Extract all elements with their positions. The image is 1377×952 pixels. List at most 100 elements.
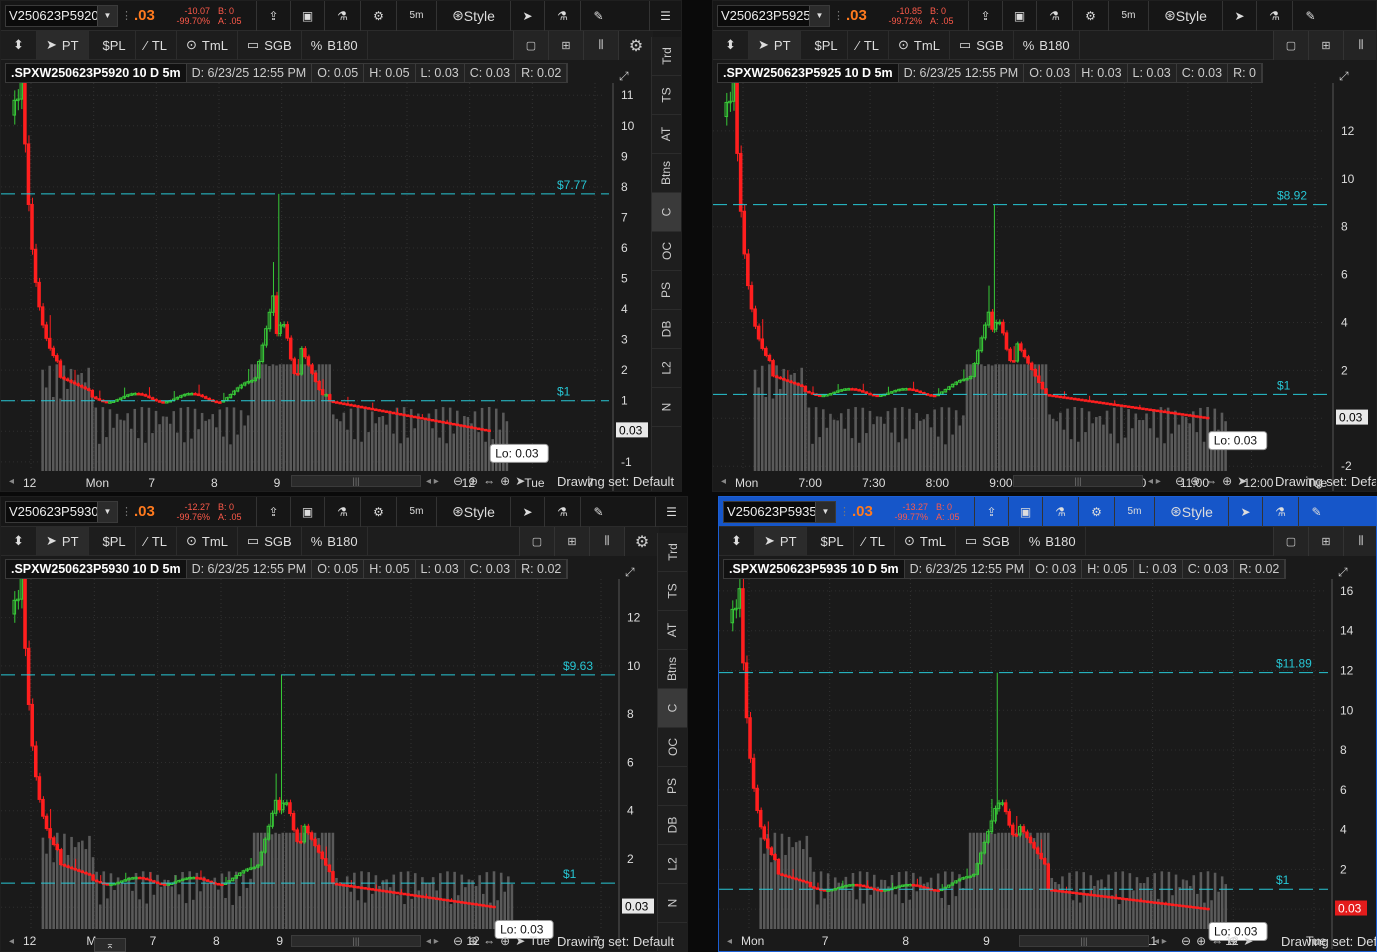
pan-icon[interactable]: ⇔ [483,934,495,948]
link-grip-icon[interactable]: ⋮ [121,9,132,22]
crosshair-icon[interactable]: ⊕ [500,934,510,948]
zoom-in-icon[interactable]: ⊕ [468,934,478,948]
pl-tool[interactable]: $PL [807,526,854,556]
crosshair-icon[interactable]: ⊕ [500,474,510,488]
scroll-thumb[interactable]: ||| [291,935,421,947]
drawing-set-label[interactable]: Drawing set: Defa [1275,474,1376,489]
b180-tool[interactable]: % B180 [1014,30,1080,60]
scroll-thumb[interactable]: ||| [291,475,421,487]
timeframe-button[interactable]: 5m [396,497,436,527]
pin-icon[interactable]: ⬍ [713,30,749,60]
pl-tool[interactable]: $PL [89,30,136,60]
symbol-dropdown-arrow-icon[interactable]: ▼ [815,501,835,522]
pointer-tool[interactable]: ➤ PT [749,30,801,60]
settings-gear-icon[interactable]: ⚙ [1078,497,1114,527]
drawing-tool-icon[interactable]: ✎ [580,1,616,31]
side-tab-db[interactable]: DB [651,310,681,349]
single-layout-icon[interactable]: ▢ [1273,527,1308,556]
single-layout-icon[interactable]: ▢ [1273,31,1308,60]
side-tab-oc[interactable]: OC [651,232,681,271]
side-tab-btns[interactable]: Btns [651,154,681,193]
auto-zoom-icon[interactable]: ⤢ [625,565,635,580]
pin-icon[interactable]: ⬍ [1,526,37,556]
zoom-controls[interactable]: ⊖ ⊕ ⇔ ⊕ ➤ [1175,474,1247,488]
side-tab-ts[interactable]: TS [657,572,687,611]
zoom-out-icon[interactable]: ⊖ [1175,474,1185,488]
scroll-left-icon[interactable]: ◂ [721,476,726,487]
side-tab-n[interactable]: N [651,388,681,427]
symbol-input[interactable]: V250623P5930 ▼ [5,500,118,523]
zoom-controls[interactable]: ⊖ ⊕ ⇔ ⊕ ➤ [453,474,525,488]
timeframe-button[interactable]: 5m [1114,497,1154,527]
studies-flask-icon[interactable]: ⚗ [324,497,360,527]
symbol-dropdown-arrow-icon[interactable]: ▼ [97,5,117,26]
timeframe-button[interactable]: 5m [1108,1,1148,31]
side-tab-trd[interactable]: Trd [657,533,687,572]
zoom-out-icon[interactable]: ⊖ [453,934,463,948]
cursor-icon[interactable]: ➤ [510,497,544,527]
cursor-icon[interactable]: ➤ [1243,934,1253,948]
price-chart[interactable]: 11109876543210-1$7.77$10.03Lo: 0.0312Mon… [1,83,651,492]
zoom-out-icon[interactable]: ⊖ [1181,934,1191,948]
flask-icon[interactable]: ⚗ [544,497,580,527]
drawing-tool-icon[interactable]: ✎ [580,497,616,527]
zoom-out-icon[interactable]: ⊖ [453,474,463,488]
side-tab-at[interactable]: AT [657,611,687,650]
style-button[interactable]: ⊛ Style [436,497,510,527]
flask-icon[interactable]: ⚗ [1262,497,1298,527]
price-chart[interactable]: 1614121086420$11.89$10.03Lo: 0.03Mon7891… [719,579,1370,952]
pan-icon[interactable]: ⇔ [1205,474,1217,488]
auto-zoom-icon[interactable]: ⤢ [1339,69,1349,84]
pane-menu-icon[interactable]: ☰ [655,497,687,527]
chart-pane[interactable]: V250623P5935 ▼ ⋮ .03 -13.27 -99.77% B: 0 A: .05… [718,496,1377,952]
pan-icon[interactable]: ⇔ [1211,934,1223,948]
pin-icon[interactable]: ⬍ [1,30,37,60]
cursor-icon[interactable]: ➤ [510,1,544,31]
settings-gear-icon[interactable]: ⚙ [1072,1,1108,31]
side-tab-btns[interactable]: Btns [657,650,687,689]
price-chart[interactable]: 121086420$9.63$10.03Lo: 0.0312Mon7891011… [1,579,657,952]
settings-icon[interactable]: ⚙ [624,527,659,556]
timeline-tool[interactable]: ⊙ TmL [889,30,950,60]
style-button[interactable]: ⊛ Style [436,1,510,31]
sgb-tool[interactable]: ▭ SGB [238,30,302,60]
symbol-input[interactable]: V250623P5920 ▼ [5,4,118,27]
scroll-thumb[interactable]: ||| [1013,475,1143,487]
scroll-left-icon[interactable]: ◂ [9,476,14,487]
scroll-left-icon[interactable]: ◂ [727,936,732,947]
drawing-set-label[interactable]: Drawing set: Defa [1281,934,1376,949]
price-chart[interactable]: 121086420-2$8.92$10.03Lo: 0.03Mon7:007:3… [713,83,1371,492]
symbol-input[interactable]: V250623P5935 ▼ [723,500,836,523]
auto-zoom-icon[interactable]: ⤢ [619,69,629,84]
b180-tool[interactable]: % B180 [302,30,368,60]
auto-zoom-icon[interactable]: ⤢ [1338,565,1348,580]
studies-flask-icon[interactable]: ⚗ [1036,1,1072,31]
share-icon[interactable]: ⇪ [256,497,290,527]
trendline-tool[interactable]: ∕ TL [854,526,896,556]
zoom-in-icon[interactable]: ⊕ [468,474,478,488]
snapshot-icon[interactable]: ▣ [1008,497,1042,527]
pointer-tool[interactable]: ➤ PT [37,30,89,60]
cursor-icon[interactable]: ➤ [515,934,525,948]
side-tab-trd[interactable]: Trd [651,37,681,76]
pl-tool[interactable]: $PL [801,30,848,60]
pointer-tool[interactable]: ➤ PT [37,526,89,556]
style-button[interactable]: ⊛ Style [1154,497,1228,527]
drawing-tool-icon[interactable]: ✎ [1292,1,1328,31]
zoom-in-icon[interactable]: ⊕ [1196,934,1206,948]
grid-layout-icon[interactable]: ⊞ [1308,31,1343,60]
cursor-icon[interactable]: ➤ [1222,1,1256,31]
style-button[interactable]: ⊛ Style [1148,1,1222,31]
trendline-tool[interactable]: ∕ TL [136,30,178,60]
side-tab-oc[interactable]: OC [657,728,687,767]
studies-flask-icon[interactable]: ⚗ [1042,497,1078,527]
trendline-tool[interactable]: ∕ TL [136,526,178,556]
scroll-left-icon[interactable]: ◂ [9,936,14,947]
cursor-icon[interactable]: ➤ [1228,497,1262,527]
symbol-dropdown-arrow-icon[interactable]: ▼ [809,5,829,26]
flask-icon[interactable]: ⚗ [1256,1,1292,31]
settings-gear-icon[interactable]: ⚙ [360,1,396,31]
link-grip-icon[interactable]: ⋮ [833,9,844,22]
snapshot-icon[interactable]: ▣ [1002,1,1036,31]
pointer-tool[interactable]: ➤ PT [755,526,807,556]
